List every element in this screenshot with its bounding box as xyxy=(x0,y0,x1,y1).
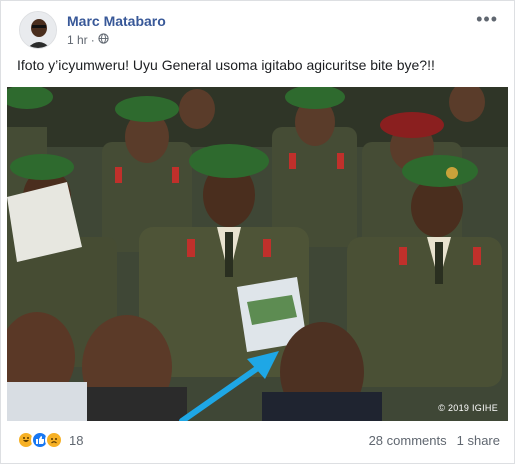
author-avatar[interactable] xyxy=(19,11,57,49)
author-name[interactable]: Marc Matabaro xyxy=(67,13,166,29)
post-meta: 1 hr · xyxy=(67,33,109,47)
comments-count-link[interactable]: 28 comments xyxy=(369,433,447,448)
photo-credit: © 2019 IGIHE xyxy=(438,403,498,413)
post-photo[interactable]: © 2019 IGIHE xyxy=(7,87,508,421)
shares-count-link[interactable]: 1 share xyxy=(457,433,500,448)
reaction-count[interactable]: 18 xyxy=(69,433,83,448)
avatar-image xyxy=(20,12,56,48)
post-footer: 18 28 comments 1 share xyxy=(17,429,500,451)
reaction-icons[interactable]: 18 xyxy=(17,431,83,449)
facebook-post-card: Marc Matabaro 1 hr · ••• Ifoto y’icyumwe… xyxy=(0,0,515,464)
photo-illustration xyxy=(7,87,508,421)
meta-separator: · xyxy=(90,33,95,47)
more-options-button[interactable]: ••• xyxy=(476,9,498,30)
post-header: Marc Matabaro 1 hr · ••• xyxy=(15,9,502,53)
sad-reaction-icon xyxy=(45,431,63,449)
globe-icon xyxy=(98,33,109,47)
post-time[interactable]: 1 hr xyxy=(67,33,88,47)
post-text: Ifoto y’icyumweru! Uyu General usoma igi… xyxy=(17,57,435,73)
